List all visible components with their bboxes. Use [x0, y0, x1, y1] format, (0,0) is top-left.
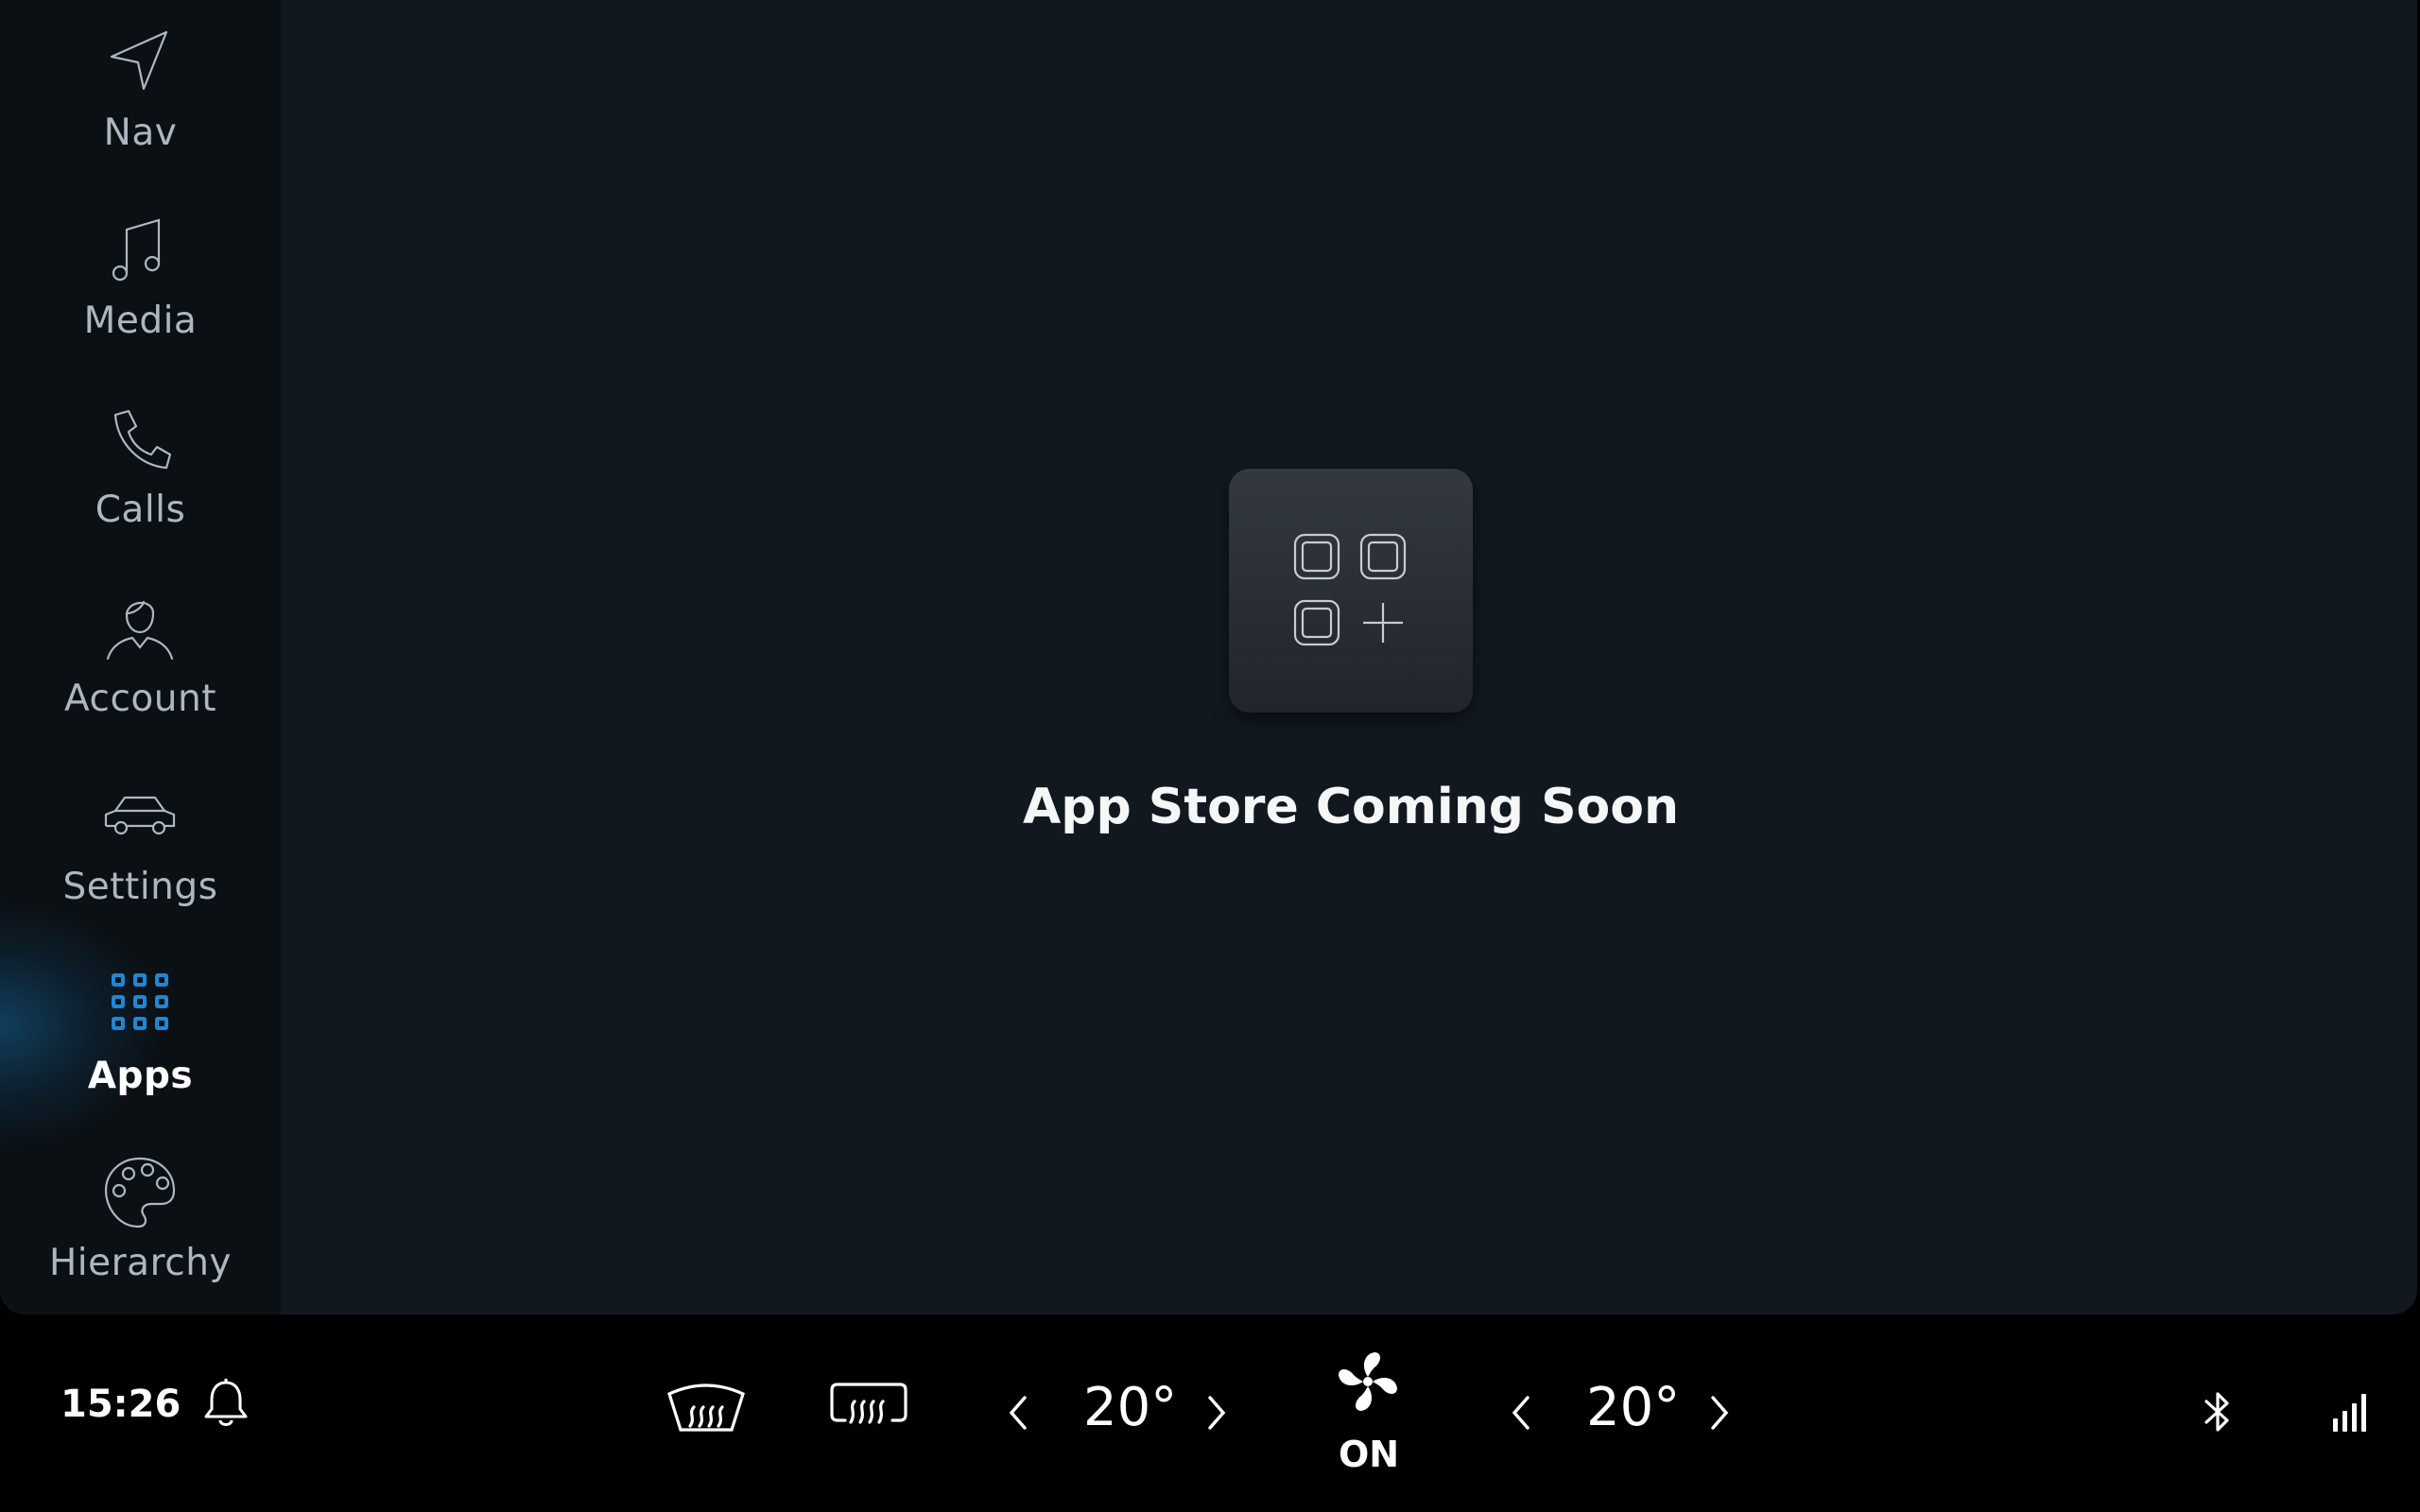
person-icon: [102, 591, 178, 666]
right-temp-down-icon[interactable]: [1507, 1394, 1535, 1432]
sidebar-item-account[interactable]: Account: [0, 591, 281, 770]
sidebar-item-label: Settings: [62, 866, 218, 908]
app-store-tile: [1229, 469, 1473, 713]
sidebar-item-label: Apps: [87, 1055, 194, 1097]
clock: 15:26: [60, 1383, 182, 1426]
infotainment-screen: Nav Media Calls Account Settings Apps Hi…: [0, 0, 2420, 1512]
apps-grid-icon: [102, 968, 178, 1043]
sidebar-item-label: Nav: [103, 112, 178, 154]
sidebar-item-label: Calls: [95, 489, 186, 531]
system-bar: 15:26 20° ON 20°: [0, 1314, 2420, 1512]
fan-status: ON: [1338, 1434, 1400, 1475]
sidebar: Nav Media Calls Account Settings Apps Hi…: [0, 0, 281, 1314]
bluetooth-icon[interactable]: [2199, 1388, 2237, 1435]
front-defrost-icon[interactable]: [666, 1381, 747, 1434]
sidebar-item-hierarchy[interactable]: Hierarchy: [0, 1155, 281, 1314]
right-temp-up-icon[interactable]: [1705, 1394, 1734, 1432]
sidebar-item-apps[interactable]: Apps: [0, 968, 281, 1147]
sidebar-item-settings[interactable]: Settings: [0, 779, 281, 958]
fan-icon[interactable]: [1335, 1349, 1401, 1415]
left-temp-up-icon[interactable]: [1202, 1394, 1231, 1432]
sidebar-item-media[interactable]: Media: [0, 213, 281, 392]
sidebar-item-label: Account: [64, 678, 216, 720]
left-temperature: 20°: [1083, 1377, 1178, 1438]
palette-icon: [102, 1155, 178, 1230]
navigation-arrow-icon: [102, 25, 178, 100]
music-note-icon: [102, 213, 178, 288]
sidebar-item-label: Media: [83, 300, 198, 342]
phone-icon: [102, 402, 178, 477]
sidebar-item-nav[interactable]: Nav: [0, 25, 281, 204]
notification-bell-icon[interactable]: [202, 1377, 250, 1430]
right-temperature: 20°: [1586, 1377, 1681, 1438]
left-temp-down-icon[interactable]: [1004, 1394, 1032, 1432]
car-icon: [102, 779, 178, 854]
signal-strength-icon: [2331, 1390, 2375, 1434]
app-store-icon: [1293, 533, 1407, 646]
sidebar-item-calls[interactable]: Calls: [0, 402, 281, 581]
sidebar-item-label: Hierarchy: [48, 1242, 232, 1284]
coming-soon-message: App Store Coming Soon: [1022, 779, 1679, 835]
rear-defrost-icon[interactable]: [828, 1381, 909, 1434]
main-panel: Nav Media Calls Account Settings Apps Hi…: [0, 0, 2417, 1314]
